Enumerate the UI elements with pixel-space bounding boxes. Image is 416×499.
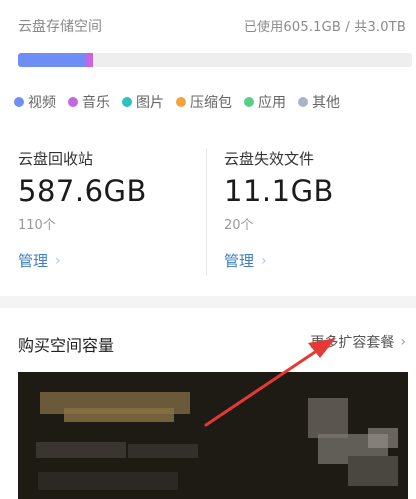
invalid-files-stat: 云盘失效文件 11.1GB 20个 管理 ›: [224, 140, 404, 280]
legend-item-music: 音乐: [68, 92, 110, 112]
legend-item-archives: 压缩包: [176, 92, 232, 112]
more-plans-label: 更多扩容套餐: [310, 335, 395, 351]
legend-label: 压缩包: [190, 95, 232, 111]
storage-stats: 云盘回收站 587.6GB 110个 管理 › 云盘失效文件 11.1GB 20…: [0, 140, 416, 280]
blurred-content: [38, 472, 178, 490]
blurred-content: [64, 408, 174, 422]
blurred-content: [368, 428, 398, 448]
stats-divider: [206, 148, 207, 276]
more-plans-link[interactable]: 更多扩容套餐 ›: [310, 332, 406, 352]
recycle-bin-stat: 云盘回收站 587.6GB 110个 管理 ›: [18, 140, 198, 280]
legend-item-other: 其他: [298, 92, 340, 112]
legend-label: 图片: [136, 95, 164, 111]
blurred-content: [348, 456, 398, 486]
manage-label: 管理: [18, 252, 49, 270]
recycle-bin-label: 云盘回收站: [18, 150, 94, 168]
legend-dot: [176, 97, 186, 107]
chevron-right-icon: ›: [400, 334, 406, 350]
promo-banner[interactable]: [18, 372, 408, 499]
legend-dot: [244, 97, 254, 107]
invalid-files-count: 20个: [224, 218, 254, 233]
invalid-files-label: 云盘失效文件: [224, 150, 315, 168]
purchase-title: 购买空间容量: [18, 336, 115, 355]
recycle-bin-size: 587.6GB: [18, 174, 147, 208]
legend-item-video: 视频: [14, 92, 56, 112]
invalid-files-manage-link[interactable]: 管理 ›: [224, 250, 267, 271]
legend-label: 应用: [258, 95, 286, 111]
section-divider: [0, 296, 416, 308]
legend-item-apps: 应用: [244, 92, 286, 112]
invalid-files-size: 11.1GB: [224, 174, 334, 208]
legend-label: 视频: [28, 95, 56, 111]
chevron-right-icon: ›: [261, 252, 267, 269]
manage-label: 管理: [224, 252, 255, 270]
purchase-header: 购买空间容量 更多扩容套餐 ›: [0, 308, 416, 372]
legend-label: 音乐: [82, 95, 110, 111]
recycle-bin-count: 110个: [18, 218, 56, 233]
legend-item-images: 图片: [122, 92, 164, 112]
blurred-content: [36, 442, 126, 458]
chevron-right-icon: ›: [55, 252, 61, 269]
storage-usage-text: 已使用605.1GB / 共3.0TB: [243, 20, 406, 35]
blurred-content: [308, 398, 348, 438]
legend-dot: [298, 97, 308, 107]
legend-dot: [14, 97, 24, 107]
storage-card: 云盘存储空间 已使用605.1GB / 共3.0TB 视频 音乐 图片 压缩包 …: [0, 0, 416, 296]
legend-label: 其他: [312, 95, 340, 111]
storage-title: 云盘存储空间: [18, 19, 102, 35]
legend-dot: [68, 97, 78, 107]
blurred-content: [128, 444, 198, 458]
storage-usage-bar: [18, 53, 412, 67]
legend-dot: [122, 97, 132, 107]
recycle-bin-manage-link[interactable]: 管理 ›: [18, 250, 61, 271]
storage-legend: 视频 音乐 图片 压缩包 应用 其他: [14, 92, 410, 112]
usage-segment-music: [84, 53, 93, 67]
usage-segment-video: [18, 53, 85, 67]
